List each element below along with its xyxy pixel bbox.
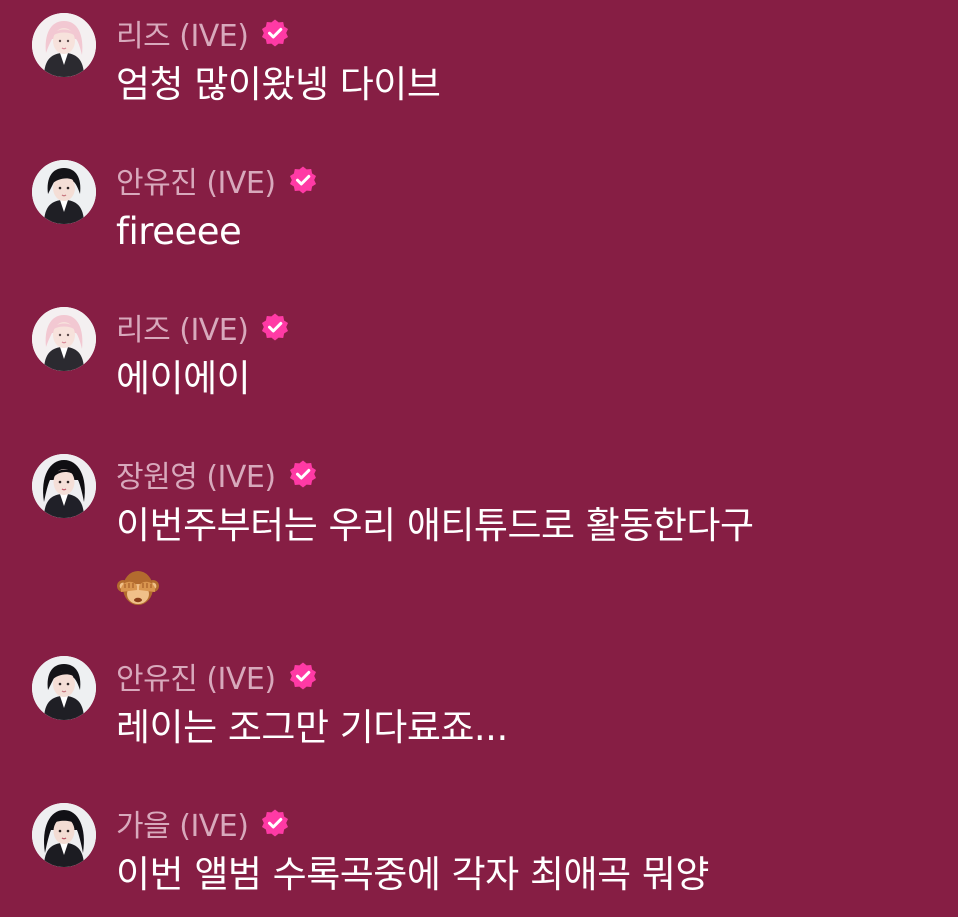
chat-message-list: 리즈 (IVE) 엄청 많이왔넹 다이브 안유진 (IVE) fireeee 리… bbox=[0, 0, 958, 917]
message-text: 에이에이 bbox=[116, 357, 251, 400]
sender-name[interactable]: 장원영 (IVE) bbox=[116, 452, 276, 496]
sender-row: 리즈 (IVE) bbox=[116, 11, 290, 55]
avatar-yujin[interactable] bbox=[32, 656, 96, 720]
message-text: 엄청 많이왔넹 다이브 bbox=[116, 63, 441, 106]
avatar-gaeul[interactable] bbox=[32, 803, 96, 867]
sender-row: 리즈 (IVE) bbox=[116, 305, 290, 349]
message-text: 이번 앨범 수록곡중에 각자 최애곡 뭐양 bbox=[116, 853, 709, 896]
avatar-liz[interactable] bbox=[32, 307, 96, 371]
sender-row: 장원영 (IVE) bbox=[116, 452, 318, 496]
sender-name[interactable]: 안유진 (IVE) bbox=[116, 158, 276, 202]
message-text: 레이는 조그만 기다료죠... bbox=[116, 706, 508, 749]
sender-name[interactable]: 안유진 (IVE) bbox=[116, 654, 276, 698]
sender-row: 안유진 (IVE) bbox=[116, 654, 318, 698]
sender-row: 가을 (IVE) bbox=[116, 801, 290, 845]
verified-badge-icon bbox=[260, 312, 290, 342]
verified-badge-icon bbox=[288, 459, 318, 489]
sender-name[interactable]: 리즈 (IVE) bbox=[116, 305, 249, 349]
verified-badge-icon bbox=[260, 18, 290, 48]
verified-badge-icon bbox=[260, 808, 290, 838]
avatar-wonyoung[interactable] bbox=[32, 454, 96, 518]
sender-row: 안유진 (IVE) bbox=[116, 158, 318, 202]
avatar-yujin[interactable] bbox=[32, 160, 96, 224]
message-text: 이번주부터는 우리 애티튜드로 활동한다구 bbox=[116, 504, 754, 547]
verified-badge-icon bbox=[288, 661, 318, 691]
sender-name[interactable]: 리즈 (IVE) bbox=[116, 11, 249, 55]
verified-badge-icon bbox=[288, 165, 318, 195]
see-no-evil-monkey-icon bbox=[116, 566, 164, 614]
message-text: fireeee bbox=[116, 210, 242, 253]
avatar-liz[interactable] bbox=[32, 13, 96, 77]
sender-name[interactable]: 가을 (IVE) bbox=[116, 801, 249, 845]
